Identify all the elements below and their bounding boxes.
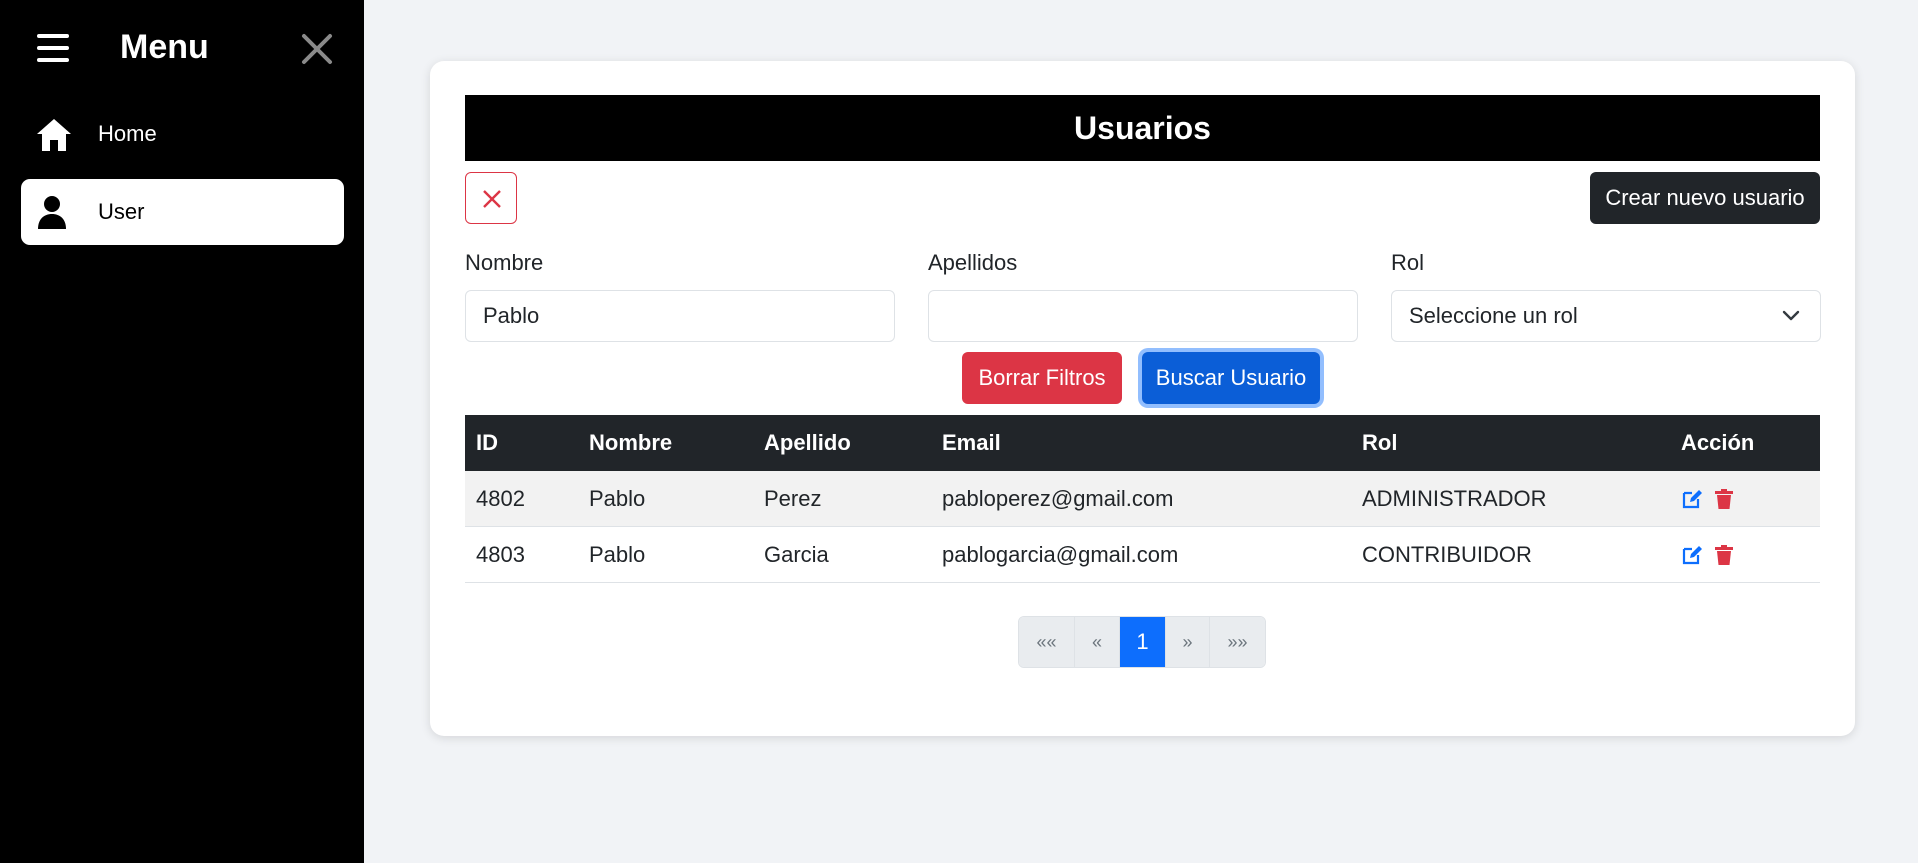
users-card: Usuarios Crear nuevo usuario Nombre Apel… <box>430 61 1855 736</box>
pagination-next[interactable]: » <box>1166 617 1210 667</box>
cell-actions <box>1681 471 1745 527</box>
close-sidebar-icon[interactable] <box>300 32 334 66</box>
nombre-label: Nombre <box>465 250 544 275</box>
users-table: ID Nombre Apellido Email Rol Acción 4802… <box>465 415 1820 583</box>
page-title: Usuarios <box>465 95 1820 161</box>
trash-icon[interactable] <box>1713 544 1735 566</box>
chevron-down-icon <box>1782 310 1800 321</box>
cell-email: pablogarcia@gmail.com <box>942 542 1179 567</box>
rol-select-value: Seleccione un rol <box>1409 303 1578 328</box>
cell-id: 4802 <box>476 486 525 511</box>
pagination-prev[interactable]: « <box>1075 617 1120 667</box>
pagination-page-current[interactable]: 1 <box>1120 617 1166 667</box>
create-user-button[interactable]: Crear nuevo usuario <box>1590 172 1820 224</box>
cell-apellido: Garcia <box>764 542 829 567</box>
cell-actions <box>1681 527 1745 583</box>
cell-nombre: Pablo <box>589 542 646 567</box>
sidebar-item-home[interactable]: Home <box>21 101 344 167</box>
pagination: «« « 1 » »» <box>1018 616 1266 668</box>
sidebar-header: Menu <box>0 0 364 100</box>
trash-icon[interactable] <box>1713 488 1735 510</box>
menu-title: Menu <box>120 28 209 66</box>
column-header: Rol <box>1362 430 1398 455</box>
cell-email: pabloperez@gmail.com <box>942 486 1174 511</box>
cell-rol: CONTRIBUIDOR <box>1362 542 1532 567</box>
column-header: ID <box>476 430 498 455</box>
rol-select[interactable]: Seleccione un rol <box>1391 290 1821 342</box>
user-icon <box>35 195 73 231</box>
search-user-button[interactable]: Buscar Usuario <box>1142 352 1320 404</box>
sidebar: Menu Home User <box>0 0 364 863</box>
column-header: Apellido <box>764 430 851 455</box>
pagination-last[interactable]: »» <box>1210 617 1265 667</box>
cell-rol: ADMINISTRADOR <box>1362 486 1547 511</box>
rol-label: Rol <box>1391 250 1425 275</box>
hamburger-icon[interactable] <box>37 34 69 62</box>
edit-icon[interactable] <box>1681 544 1703 566</box>
column-header: Email <box>942 430 1001 455</box>
cell-id: 4803 <box>476 542 525 567</box>
column-header: Acción <box>1681 430 1755 455</box>
sidebar-item-label: User <box>98 199 145 224</box>
home-icon <box>35 117 73 153</box>
clear-filters-button[interactable]: Borrar Filtros <box>962 352 1122 404</box>
sidebar-item-user[interactable]: User <box>21 179 344 245</box>
close-icon <box>483 190 501 208</box>
table-header: ID Nombre Apellido Email Rol Acción <box>465 415 1820 471</box>
clear-button[interactable] <box>465 172 517 224</box>
nombre-input[interactable] <box>465 290 895 342</box>
apellidos-label: Apellidos <box>928 250 1018 275</box>
cell-nombre: Pablo <box>589 486 646 511</box>
pagination-first[interactable]: «« <box>1019 617 1075 667</box>
sidebar-item-label: Home <box>98 121 157 146</box>
table-row: 4802 Pablo Perez pabloperez@gmail.com AD… <box>465 471 1820 527</box>
column-header: Nombre <box>589 430 673 455</box>
cell-apellido: Perez <box>764 486 822 511</box>
table-row: 4803 Pablo Garcia pablogarcia@gmail.com … <box>465 527 1820 583</box>
apellidos-input[interactable] <box>928 290 1358 342</box>
edit-icon[interactable] <box>1681 488 1703 510</box>
